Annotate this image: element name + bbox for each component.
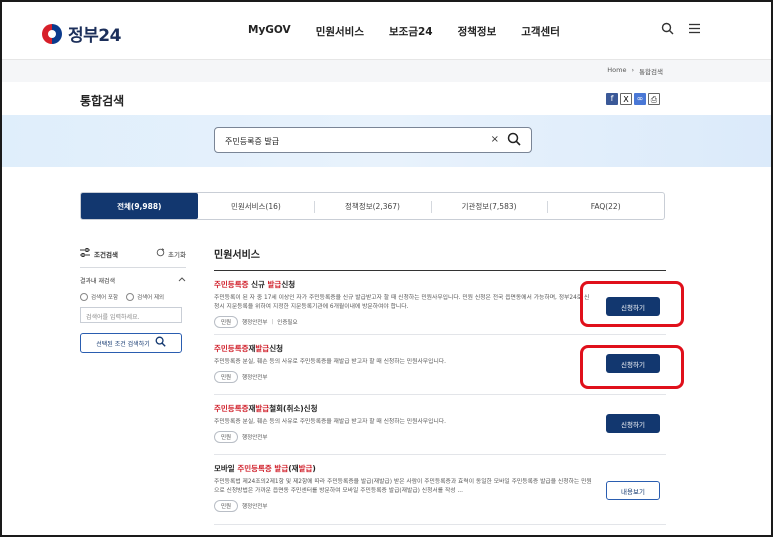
- site-header: 정부24 MyGOV 민원서비스 보조금24 정책정보 고객센터: [2, 2, 771, 60]
- title-text: 신규: [248, 280, 268, 289]
- tab-policy[interactable]: 정책정보(2,367): [314, 193, 431, 219]
- filter-header: 조건검색 초기화: [80, 248, 186, 259]
- browser-frame: 정부24 MyGOV 민원서비스 보조금24 정책정보 고객센터 Home › …: [0, 0, 773, 537]
- title-highlight: 발급: [298, 464, 313, 473]
- site-logo[interactable]: 정부24: [42, 21, 121, 46]
- title-text: 신청: [281, 280, 296, 289]
- tab-all[interactable]: 전체(9,988): [81, 193, 198, 219]
- filter-panel: 조건검색 초기화 결과내 재검색 검색어 포함 검색어 제외 검색어를 입력하세…: [80, 248, 186, 353]
- taegeuk-logo-icon: [42, 23, 62, 44]
- tab-institution[interactable]: 기관정보(7,583): [430, 193, 548, 219]
- result-tabs: 전체(9,988) 민원서비스(16) 정책정보(2,367) 기관정보(7,5…: [80, 192, 665, 220]
- tag-badge: 민원: [214, 431, 239, 443]
- title-text: (재: [288, 464, 299, 473]
- search-box: ×: [214, 127, 532, 153]
- header-icons: [661, 22, 701, 39]
- share-buttons: f X ∞ ⎙: [606, 93, 660, 105]
- radio-button[interactable]: [126, 293, 135, 301]
- title-text: 신청: [269, 344, 284, 353]
- filter-title: 조건검색: [94, 250, 118, 259]
- search-icon: [155, 336, 166, 350]
- title-text: 모바일: [214, 464, 238, 473]
- refine-input[interactable]: 검색어를 입력하세요.: [80, 307, 182, 323]
- title-highlight: 주민등록증: [214, 280, 249, 289]
- tag-ministry: 행정안전부: [242, 320, 268, 326]
- title-highlight: 주민등록증 발급: [237, 464, 289, 473]
- tag-badge: 민원: [214, 316, 239, 328]
- tab-civil-service[interactable]: 민원서비스(16): [198, 193, 315, 219]
- item-description: 주민등록이 된 자 중 17세 이상인 자가 주민등록증을 신규 발급받고자 할…: [214, 295, 590, 310]
- item-title[interactable]: 모바일 주민등록증 발급(재발급): [214, 463, 666, 474]
- reset-label: 초기화: [168, 250, 186, 259]
- chevron-up-icon: [178, 276, 186, 285]
- breadcrumb-separator: ›: [631, 66, 635, 74]
- tag-auth: 인증필요: [277, 320, 298, 326]
- highlight-box: [580, 345, 684, 389]
- apply-filter-button[interactable]: 선택된 조건 검색하기: [80, 333, 182, 353]
- highlight-box: [580, 281, 684, 327]
- item-description: 주민등록증 분실, 훼손 등의 사유로 주민등록증을 재발급 받고자 할 때 신…: [214, 359, 446, 365]
- item-tags: 민원 행정안전부: [214, 500, 666, 512]
- title-highlight: 발급: [267, 280, 282, 289]
- search-input[interactable]: [225, 133, 475, 149]
- title-row: 통합검색 f X ∞ ⎙: [80, 92, 664, 114]
- refine-header[interactable]: 결과내 재검색: [80, 276, 186, 285]
- tag-ministry: 행정안전부: [242, 375, 268, 381]
- nav-item-policy[interactable]: 정책정보: [458, 24, 497, 39]
- apply-filter-label: 선택된 조건 검색하기: [96, 340, 150, 348]
- tag-badge: 민원: [214, 500, 239, 512]
- breadcrumb-bar: Home › 통합검색: [2, 60, 771, 82]
- radio-exclude[interactable]: 검색어 제외: [126, 293, 164, 301]
- nav-item-mygov[interactable]: MyGOV: [248, 24, 291, 39]
- list-item: 주민등록증재발급철회(취소)신청 주민등록증 분실, 훼손 등의 사유로 주민등…: [214, 395, 666, 455]
- title-text: ): [312, 464, 316, 473]
- search-submit-icon[interactable]: [507, 132, 521, 150]
- main-nav: MyGOV 민원서비스 보조금24 정책정보 고객센터: [248, 24, 560, 39]
- logo-text: 정부24: [68, 26, 121, 46]
- sliders-icon: [80, 248, 90, 259]
- tag-ministry: 행정안전부: [242, 504, 268, 510]
- x-twitter-icon[interactable]: X: [620, 93, 632, 105]
- breadcrumb-home[interactable]: Home: [607, 66, 626, 76]
- item-tags: 민원 행정안전부: [214, 431, 666, 443]
- apply-button[interactable]: 신청하기: [606, 414, 660, 433]
- tag-divider: |: [271, 319, 274, 325]
- clear-icon[interactable]: ×: [491, 134, 499, 145]
- tag-ministry: 행정안전부: [242, 435, 268, 441]
- title-highlight: 발급: [255, 404, 270, 413]
- title-highlight: 주민등록증: [214, 344, 249, 353]
- divider: [80, 267, 186, 268]
- breadcrumb: Home › 통합검색: [607, 66, 663, 76]
- menu-icon[interactable]: [688, 22, 701, 39]
- section-title: 민원서비스: [214, 246, 666, 271]
- radio-exclude-label: 검색어 제외: [137, 295, 165, 301]
- view-details-button[interactable]: 내용보기: [606, 481, 660, 500]
- item-description: 주민등록증 분실, 훼손 등의 사유로 주민등록증을 재발급 받고자 할 때 신…: [214, 419, 446, 425]
- reset-button[interactable]: 초기화: [156, 248, 186, 259]
- nav-item-support[interactable]: 고객센터: [521, 24, 560, 39]
- list-item: 모바일 주민등록증 발급(재발급) 주민등록법 제24조의2제1항 및 제2항에…: [214, 455, 666, 525]
- item-title[interactable]: 주민등록증재발급철회(취소)신청: [214, 403, 666, 414]
- title-highlight: 발급: [255, 344, 270, 353]
- nav-item-civil-service[interactable]: 민원서비스: [316, 24, 364, 39]
- title-highlight: 주민등록증: [214, 404, 249, 413]
- item-description: 주민등록법 제24조의2제1항 및 제2항에 따라 주민등록증을 발급(재발급)…: [214, 479, 592, 494]
- print-icon[interactable]: ⎙: [648, 93, 660, 105]
- radio-button[interactable]: [80, 293, 88, 301]
- reset-icon: [156, 248, 165, 259]
- breadcrumb-current: 통합검색: [639, 68, 663, 76]
- search-banner: ×: [2, 115, 771, 167]
- nav-item-subsidy[interactable]: 보조금24: [389, 24, 433, 39]
- refine-options: 검색어 포함 검색어 제외: [80, 293, 186, 301]
- title-text: 철회(취소)신청: [269, 404, 318, 413]
- refine-label: 결과내 재검색: [80, 278, 116, 285]
- search-icon[interactable]: [661, 22, 674, 39]
- facebook-icon[interactable]: f: [606, 93, 618, 105]
- tab-faq[interactable]: FAQ(22): [547, 193, 664, 219]
- link-copy-icon[interactable]: ∞: [634, 93, 646, 105]
- radio-include-label: 검색어 포함: [91, 295, 119, 301]
- radio-include[interactable]: 검색어 포함: [80, 293, 118, 301]
- page-title: 통합검색: [80, 94, 125, 108]
- tag-badge: 민원: [214, 371, 239, 383]
